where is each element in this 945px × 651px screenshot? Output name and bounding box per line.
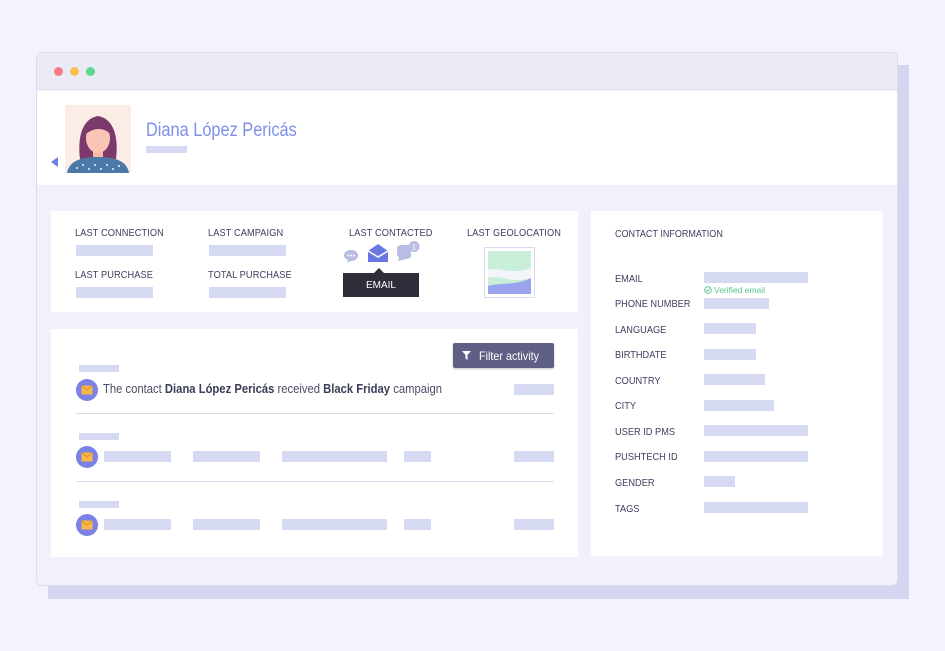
row-divider — [76, 481, 554, 482]
last-campaign-value — [209, 245, 286, 256]
email-value — [704, 272, 808, 283]
language-value — [704, 323, 756, 334]
email-icon[interactable] — [367, 243, 389, 263]
activity-text: The contact Diana López Pericás received… — [103, 382, 442, 396]
filter-activity-button[interactable]: Filter activity — [453, 343, 554, 368]
total-purchase-label: TOTAL PURCHASE — [208, 269, 292, 281]
text-placeholder — [404, 519, 431, 530]
stats-card: LAST CONNECTION LAST CAMPAIGN LAST CONTA… — [51, 211, 578, 312]
profile-name: Diana López Pericás — [146, 120, 297, 141]
tags-value — [704, 502, 808, 513]
back-arrow-icon[interactable] — [51, 157, 58, 167]
text-placeholder — [193, 519, 260, 530]
avatar — [65, 105, 131, 173]
user-id-pms-value — [704, 425, 808, 436]
chat-icon[interactable] — [343, 249, 359, 263]
email-tooltip: EMAIL — [343, 268, 419, 297]
country-value — [704, 374, 765, 385]
filter-icon — [462, 351, 471, 360]
row-divider — [76, 413, 554, 414]
activity-card: Filter activity The contact Diana López … — [51, 329, 578, 557]
last-contacted-label: LAST CONTACTED — [349, 227, 433, 239]
language-label: LANGUAGE — [615, 324, 667, 336]
last-connection-value — [76, 245, 153, 256]
filter-activity-label: Filter activity — [479, 348, 540, 363]
time-placeholder — [514, 384, 554, 395]
last-campaign-label: LAST CAMPAIGN — [208, 227, 284, 239]
maximize-dot[interactable] — [86, 66, 95, 76]
text-placeholder — [104, 451, 171, 462]
last-purchase-value — [76, 287, 153, 298]
contact-name-link[interactable]: Diana López Pericás — [165, 382, 274, 396]
title-bar — [37, 53, 897, 90]
browser-window: Diana López Pericás LAST CONNECTION LAST… — [36, 52, 898, 586]
email-activity-icon — [76, 446, 98, 468]
profile-subtitle-placeholder — [146, 146, 187, 153]
date-placeholder — [79, 501, 119, 508]
user-id-pms-label: USER ID PMS — [615, 426, 676, 438]
city-label: CITY — [615, 400, 637, 412]
text-placeholder — [404, 451, 431, 462]
date-placeholder — [79, 365, 119, 372]
gender-value — [704, 476, 735, 487]
country-label: COUNTRY — [615, 375, 661, 387]
city-value — [704, 400, 774, 411]
contact-info-card: CONTACT INFORMATION EMAIL Verified email… — [591, 211, 883, 556]
email-label: EMAIL — [615, 273, 643, 285]
campaign-name-link[interactable]: Black Friday — [323, 382, 390, 396]
birthdate-label: BIRTHDATE — [615, 349, 667, 361]
notification-count: 1 — [412, 243, 417, 252]
check-circle-icon — [704, 286, 712, 294]
date-placeholder — [79, 433, 119, 440]
verified-email-badge: Verified email — [704, 285, 765, 295]
text-placeholder — [104, 519, 171, 530]
total-purchase-value — [209, 287, 286, 298]
text-placeholder — [282, 451, 387, 462]
email-activity-icon — [76, 379, 98, 401]
text-placeholder — [193, 451, 260, 462]
last-connection-label: LAST CONNECTION — [75, 227, 164, 239]
pushtech-id-label: PUSHTECH ID — [615, 451, 678, 463]
close-dot[interactable] — [54, 66, 63, 76]
birthdate-value — [704, 349, 756, 360]
gender-label: GENDER — [615, 477, 655, 489]
time-placeholder — [514, 451, 554, 462]
last-purchase-label: LAST PURCHASE — [75, 269, 154, 281]
message-bubble-icon[interactable]: 1 — [395, 241, 421, 263]
text-placeholder — [282, 519, 387, 530]
pushtech-id-value — [704, 451, 808, 462]
profile-header: Diana López Pericás — [37, 91, 897, 185]
phone-number-label: PHONE NUMBER — [615, 298, 691, 310]
time-placeholder — [514, 519, 554, 530]
contact-info-title: CONTACT INFORMATION — [615, 228, 723, 240]
last-geolocation-label: LAST GEOLOCATION — [467, 227, 562, 239]
phone-number-value — [704, 298, 769, 309]
minimize-dot[interactable] — [70, 66, 79, 76]
email-activity-icon — [76, 514, 98, 536]
tags-label: TAGS — [615, 503, 640, 515]
geolocation-map[interactable] — [484, 247, 535, 298]
